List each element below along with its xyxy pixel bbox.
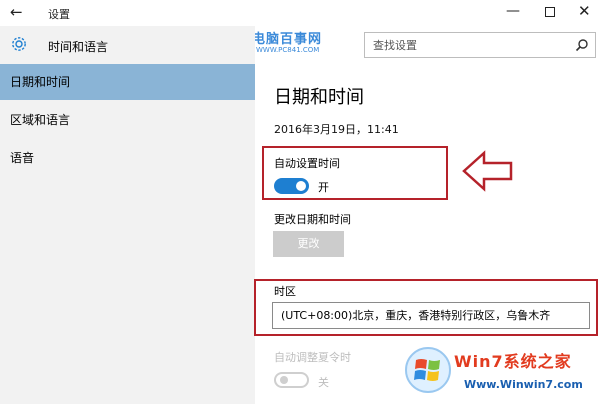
highlight-box-auto-time xyxy=(262,146,448,200)
windows-logo-icon xyxy=(405,347,451,393)
dst-state: 关 xyxy=(318,376,329,389)
arrow-left-icon xyxy=(462,150,513,192)
highlight-box-timezone xyxy=(254,279,598,336)
sidebar-item-date-time[interactable]: 日期和时间 xyxy=(0,64,255,100)
watermark-logo-bottom: Win7系统之家 Www.Winwin7.com xyxy=(404,338,600,404)
arrow-left-icon[interactable]: ← xyxy=(10,3,23,21)
sidebar-item-region-language[interactable]: 区域和语言 xyxy=(0,102,255,138)
watermark-url: WWW.PC841.COM xyxy=(256,46,320,54)
sidebar-item-speech[interactable]: 语音 xyxy=(0,140,255,176)
watermark-bottom-url: Www.Winwin7.com xyxy=(464,378,583,391)
minimize-icon[interactable]: — xyxy=(506,3,520,19)
close-icon[interactable]: ✕ xyxy=(578,2,591,20)
page-title: 日期和时间 xyxy=(274,87,364,108)
gear-icon xyxy=(12,37,26,51)
change-datetime-label: 更改日期和时间 xyxy=(274,213,351,226)
search-input[interactable] xyxy=(365,33,565,57)
toggle-knob xyxy=(280,376,288,384)
change-button[interactable]: 更改 xyxy=(273,231,344,257)
dst-label: 自动调整夏令时 xyxy=(274,351,351,364)
search-icon[interactable] xyxy=(575,38,589,52)
search-box[interactable] xyxy=(364,32,596,58)
sidebar-title: 时间和语言 xyxy=(48,40,109,54)
maximize-icon[interactable] xyxy=(545,7,555,17)
dst-toggle[interactable] xyxy=(274,372,309,388)
window-title: 设置 xyxy=(48,8,70,21)
sidebar: 时间和语言 日期和时间 区域和语言 语音 xyxy=(0,26,255,404)
current-datetime: 2016年3月19日，11:41 xyxy=(274,123,399,136)
watermark-bottom-title: Win7系统之家 xyxy=(454,352,572,371)
watermark-title: 电脑百事网 xyxy=(252,32,323,47)
